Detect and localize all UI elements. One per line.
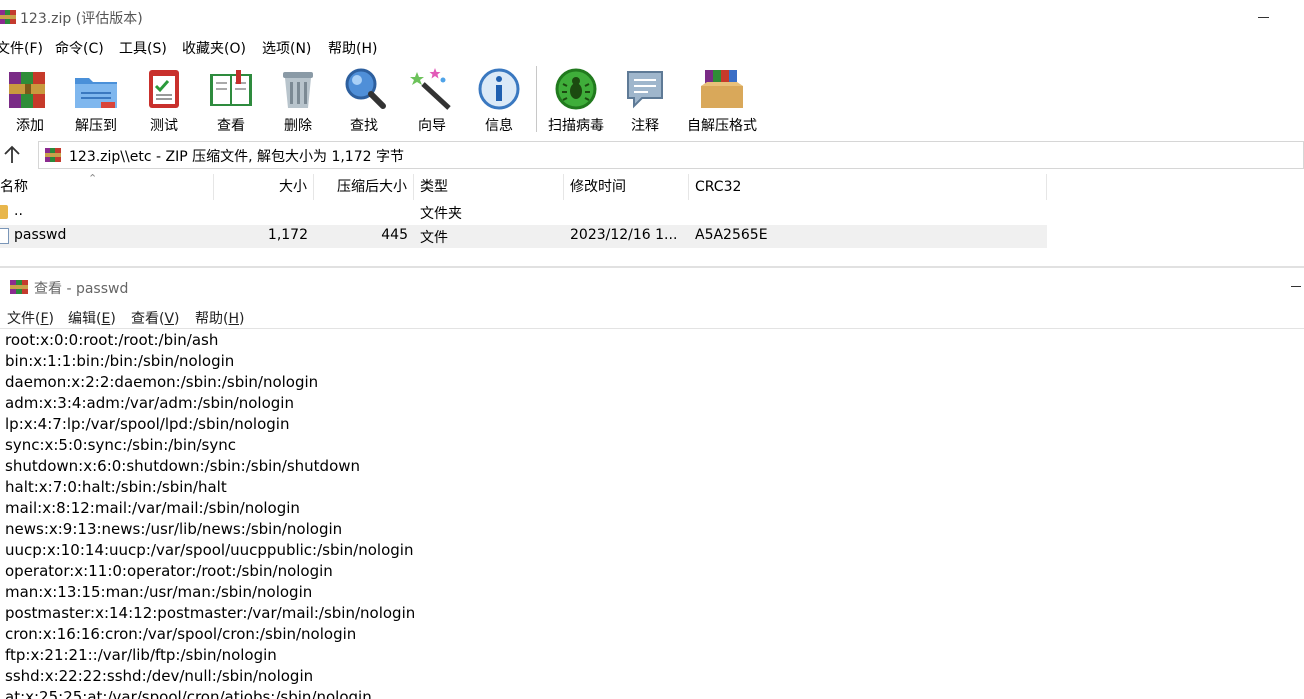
viewer-title-bar: 查看 - passwd [0,270,1304,304]
viewer-minimize-button[interactable] [1288,272,1302,298]
column-name[interactable]: 名称 ⌃ [0,172,214,200]
viewer-window-title: 查看 - passwd [34,281,129,297]
file-name: passwd [14,227,67,243]
toolbar-separator [536,66,537,132]
view-button[interactable]: 查看 [199,64,263,134]
find-button[interactable]: 查找 [332,64,396,134]
text-line: ftp:x:21:21::/var/lib/ftp:/sbin/nologin [5,646,277,664]
column-type[interactable]: 类型 [414,174,564,200]
text-line: at:x:25:25:at:/var/spool/cron/atjobs:/sb… [5,688,372,699]
viewer-menu-bar: 文件(F) 编辑(E) 查看(V) 帮助(H) [0,307,1304,329]
column-packed-size[interactable]: 压缩后大小 [314,174,414,200]
viewer-menu-file[interactable]: 文件(F) [7,308,54,328]
sfx-label: 自解压格式 [687,118,757,134]
info-button[interactable]: 信息 [467,64,531,134]
archive-icon [45,148,61,162]
file-packed-size: 445 [381,227,408,243]
text-line: adm:x:3:4:adm:/var/adm:/sbin/nologin [5,394,294,412]
text-line: man:x:13:15:man:/usr/man:/sbin/nologin [5,583,313,601]
info-label: 信息 [485,118,513,134]
comment-label: 注释 [631,118,659,134]
column-modified[interactable]: 修改时间 [564,174,689,200]
menu-help[interactable]: 帮助(H) [328,38,377,58]
text-line: shutdown:x:6:0:shutdown:/sbin:/sbin/shut… [5,457,361,475]
add-button[interactable]: 添加 [0,64,62,134]
winrar-app-icon [0,10,16,24]
text-line: daemon:x:2:2:daemon:/sbin:/sbin/nologin [5,373,319,391]
path-text: 123.zip\\etc - ZIP 压缩文件, 解包大小为 1,172 字节 [69,149,404,165]
add-archive-icon [9,72,45,108]
delete-button[interactable]: 删除 [266,64,330,134]
comment-icon [627,71,663,109]
comment-button[interactable]: 注释 [613,64,677,134]
file-type: 文件 [420,230,448,246]
column-size[interactable]: 大小 [214,174,314,200]
view-book-icon [210,70,252,106]
path-bar: 123.zip\\etc - ZIP 压缩文件, 解包大小为 1,172 字节 [0,139,1304,171]
menu-favorites[interactable]: 收藏夹(O) [182,38,246,58]
menu-file[interactable]: 文件(F) [0,38,43,58]
file-icon [0,228,9,244]
text-line: bin:x:1:1:bin:/bin:/sbin/nologin [5,352,235,370]
file-type: 文件夹 [420,206,462,222]
extract-to-button[interactable]: 解压到 [64,64,128,134]
title-bar: 123.zip (评估版本) [0,0,1304,36]
up-arrow-icon[interactable] [0,142,24,168]
wizard-wand-icon [410,68,451,110]
menu-bar: 文件(F) 命令(C) 工具(S) 收藏夹(O) 选项(N) 帮助(H) [0,38,1304,60]
folder-icon [0,205,8,219]
winrar-app-icon [10,280,28,294]
column-crc32[interactable]: CRC32 [689,174,1047,200]
extract-to-icon [75,78,117,108]
virus-scan-button[interactable]: 扫描病毒 [544,64,608,134]
path-field[interactable]: 123.zip\\etc - ZIP 压缩文件, 解包大小为 1,172 字节 [38,141,1304,169]
viewer-menu-help[interactable]: 帮助(H) [195,308,244,328]
window-title: 123.zip (评估版本) [20,11,143,27]
text-line: sshd:x:22:22:sshd:/dev/null:/sbin/nologi… [5,667,314,685]
wizard-button[interactable]: 向导 [400,64,464,134]
minimize-button[interactable] [1254,4,1284,30]
virus-scan-icon [555,68,597,110]
info-icon [478,68,520,110]
file-size: 1,172 [267,227,308,243]
text-line: root:x:0:0:root:/root:/bin/ash [5,331,219,349]
text-line: halt:x:7:0:halt:/sbin:/sbin/halt [5,478,227,496]
viewer-menu-view[interactable]: 查看(V) [131,308,180,328]
text-line: mail:x:8:12:mail:/var/mail:/sbin/nologin [5,499,300,517]
viewer-menu-edit[interactable]: 编辑(E) [68,308,116,328]
file-row-passwd[interactable]: passwd 1,172 445 文件 2023/12/16 1... A5A2… [0,225,1047,248]
text-line: sync:x:5:0:sync:/sbin:/bin/sync [5,436,236,454]
test-button[interactable]: 测试 [132,64,196,134]
text-line: operator:x:11:0:operator:/root:/sbin/nol… [5,562,333,580]
sort-ascending-icon: ⌃ [88,172,98,185]
magnifier-icon [345,68,386,109]
test-icon [149,70,179,108]
menu-options[interactable]: 选项(N) [262,38,311,58]
text-line: cron:x:16:16:cron:/var/spool/cron:/sbin/… [5,625,357,643]
text-line: news:x:9:13:news:/usr/lib/news:/sbin/nol… [5,520,343,538]
file-modified: 2023/12/16 1... [570,227,678,243]
sfx-box-icon [701,70,743,108]
file-crc32: A5A2565E [695,227,768,243]
text-line: uucp:x:10:14:uucp:/var/spool/uucppublic:… [5,541,414,559]
menu-commands[interactable]: 命令(C) [55,38,104,58]
file-name: .. [14,203,23,219]
file-row-parent[interactable]: .. 文件夹 [0,201,1047,224]
toolbar: 添加 解压到 测试 查看 删除 查找 向导 信息 扫描病毒 注释 自解压格式 [0,62,1304,136]
text-line: lp:x:4:7:lp:/var/spool/lpd:/sbin/nologin [5,415,290,433]
menu-tools[interactable]: 工具(S) [119,38,167,58]
window-divider [0,266,1304,268]
trash-icon [283,72,313,108]
file-list: 名称 ⌃ 大小 压缩后大小 类型 修改时间 CRC32 .. 文件夹 passwd… [0,172,1304,266]
sfx-button[interactable]: 自解压格式 [687,64,757,134]
viewer-text-content[interactable]: root:x:0:0:root:/root:/bin/ash bin:x:1:1… [0,331,1304,699]
text-line: postmaster:x:14:12:postmaster:/var/mail:… [5,604,416,622]
